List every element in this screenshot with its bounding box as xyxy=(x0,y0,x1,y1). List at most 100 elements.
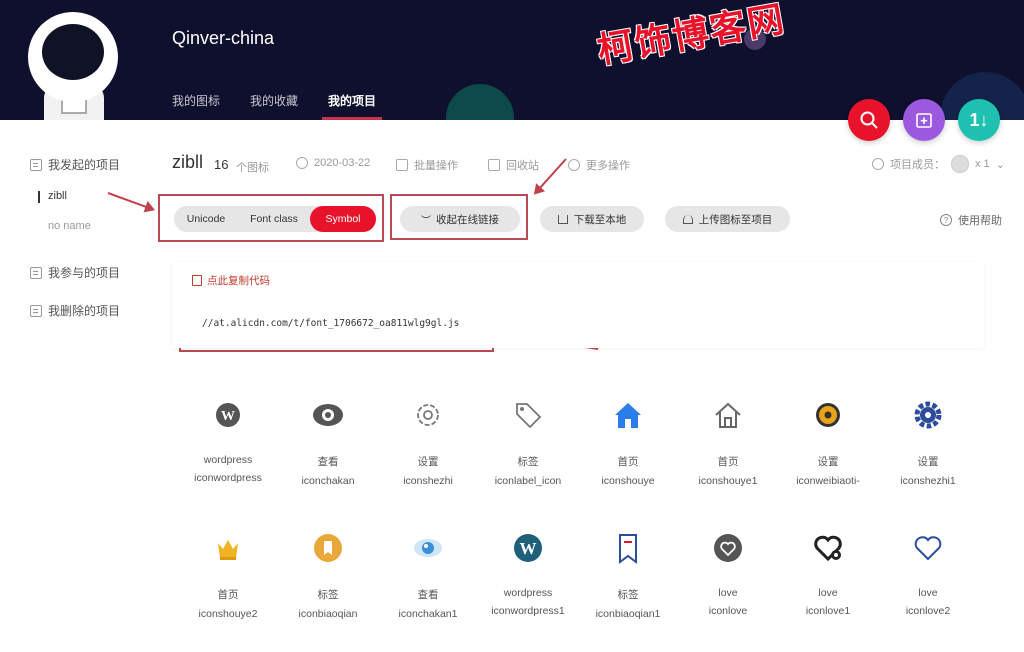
project-members[interactable]: 项目成员： x 1 ⌄ xyxy=(872,155,1005,173)
icon-font-class: iconlove1 xyxy=(805,605,851,617)
trash-icon xyxy=(488,159,500,171)
icon-name: 设置 xyxy=(917,456,939,468)
sidebar-item-deleted[interactable]: 我删除的项目 xyxy=(30,302,120,319)
annotation-box xyxy=(390,194,528,240)
cloud-upload-icon xyxy=(682,214,693,224)
grid-icon xyxy=(396,159,408,171)
icon-card[interactable]: 设置 iconshezhi xyxy=(378,398,478,487)
project-title: zibll xyxy=(172,152,204,172)
home-filled-icon xyxy=(611,398,645,432)
eye-icon xyxy=(311,398,345,432)
icon-card[interactable]: 首页 iconshouye2 xyxy=(178,531,278,620)
wordpress-icon: W xyxy=(211,398,245,432)
sidebar-item-joined[interactable]: 我参与的项目 xyxy=(30,264,120,281)
wordpress-teal-icon: W xyxy=(511,531,545,565)
icon-card[interactable]: 设置 iconshezhi1 xyxy=(878,398,978,487)
icon-name: 首页 xyxy=(217,589,239,601)
icon-name: 标签 xyxy=(617,589,639,601)
recycle-bin-button[interactable]: 回收站 xyxy=(488,157,539,173)
online-link-panel xyxy=(172,262,984,348)
folder-plus-icon xyxy=(916,113,932,128)
icon-card[interactable]: 首页 iconshouye xyxy=(578,398,678,487)
icon-card[interactable]: 标签 iconbiaoqian xyxy=(278,531,378,620)
project-list-icon xyxy=(30,304,42,317)
icon-font-class: iconshouye xyxy=(601,475,655,487)
icon-name: 标签 xyxy=(517,456,539,468)
tab-my-icons[interactable]: 我的图标 xyxy=(172,92,220,120)
icon-card[interactable]: love iconlove xyxy=(678,531,778,617)
icon-card[interactable]: 标签 iconbiaoqian1 xyxy=(578,531,678,620)
sort-icon: 1↓ xyxy=(969,109,989,130)
icon-name: 标签 xyxy=(317,589,339,601)
crown-icon xyxy=(211,531,245,565)
sidebar-project-zibll[interactable]: zibll xyxy=(38,190,67,203)
icon-font-class: iconwordpress1 xyxy=(491,605,565,617)
icon-font-class: iconbiaoqian xyxy=(298,608,358,620)
icon-name: wordpress xyxy=(203,454,253,466)
gear-outline-icon xyxy=(411,398,445,432)
download-button[interactable]: 下载至本地 xyxy=(540,206,644,232)
icon-name: 查看 xyxy=(317,456,339,468)
icon-font-class: iconbiaoqian1 xyxy=(595,608,661,620)
upload-button[interactable]: 上传图标至项目 xyxy=(665,206,790,232)
eye-color-icon xyxy=(411,531,445,565)
heart-circle-icon xyxy=(711,531,745,565)
project-list-icon xyxy=(30,266,42,279)
profile-tabs: 我的图标 我的收藏 我的项目 xyxy=(172,92,383,120)
copy-icon xyxy=(192,275,202,286)
watermark-text: 柯饰博客网 xyxy=(594,0,789,73)
more-icon xyxy=(568,159,580,171)
svg-text:W: W xyxy=(520,539,537,558)
icon-card[interactable]: 标签 iconlabel_icon xyxy=(478,398,578,487)
icon-card[interactable]: 首页 iconshouye1 xyxy=(678,398,778,487)
add-project-button[interactable] xyxy=(903,99,945,141)
member-avatar xyxy=(951,155,969,173)
icon-font-class: iconlove2 xyxy=(905,605,951,617)
icon-name: 查看 xyxy=(417,589,439,601)
icon-name: 设置 xyxy=(417,456,439,468)
sort-button[interactable]: 1↓ xyxy=(958,99,1000,141)
symbol-js-url[interactable]: //at.alicdn.com/t/font_1706672_oa811wlg9… xyxy=(202,318,459,329)
project-date: 2020-03-22 xyxy=(296,157,370,169)
decor-bubble xyxy=(446,84,514,120)
avatar[interactable] xyxy=(28,12,118,102)
icon-name: wordpress xyxy=(503,587,553,599)
batch-operation-button[interactable]: 批量操作 xyxy=(396,157,458,173)
sidebar-item-initiated[interactable]: 我发起的项目 xyxy=(30,156,120,173)
tab-my-favorites[interactable]: 我的收藏 xyxy=(250,92,298,120)
search-button[interactable] xyxy=(848,99,890,141)
icon-card[interactable]: 设置 iconweibiaoti- xyxy=(778,398,878,487)
icon-name: 首页 xyxy=(717,456,739,468)
icon-card[interactable]: Wwordpress iconwordpress1 xyxy=(478,531,578,617)
user-icon xyxy=(872,158,884,170)
icon-font-class: iconchakan xyxy=(301,475,355,487)
download-icon xyxy=(557,214,568,224)
icon-card[interactable]: 查看 iconchakan xyxy=(278,398,378,487)
more-operations-button[interactable]: 更多操作 xyxy=(568,157,630,173)
tab-my-projects[interactable]: 我的项目 xyxy=(322,92,383,120)
icon-font-class: iconlabel_icon xyxy=(494,475,562,487)
copy-code-link[interactable]: 点此复制代码 xyxy=(192,273,270,288)
icon-card[interactable]: Wwordpress iconwordpress xyxy=(178,398,278,484)
project-list-icon xyxy=(30,158,42,171)
icon-count-unit: 个图标 xyxy=(236,162,269,174)
icon-card[interactable]: love iconlove2 xyxy=(878,531,978,617)
icon-card[interactable]: 查看 iconchakan1 xyxy=(378,531,478,620)
icon-count: 16 xyxy=(214,157,229,172)
icon-card[interactable]: love iconlove1 xyxy=(778,531,878,617)
icon-font-class: iconwordpress xyxy=(194,472,262,484)
svg-text:W: W xyxy=(221,409,235,424)
icon-name: love xyxy=(718,587,738,599)
icon-font-class: iconchakan1 xyxy=(398,608,458,620)
gear-color-icon xyxy=(811,398,845,432)
icon-font-class: iconshezhi xyxy=(403,475,453,487)
search-icon xyxy=(860,111,878,129)
home-outline-icon xyxy=(711,398,745,432)
icon-font-class: iconshouye2 xyxy=(198,608,258,620)
icon-name: 首页 xyxy=(617,456,639,468)
sidebar-project-no-name[interactable]: no name xyxy=(48,220,91,232)
annotation-box xyxy=(158,194,384,242)
gear-blue-icon xyxy=(911,398,945,432)
help-button[interactable]: ? 使用帮助 xyxy=(940,212,1002,228)
icon-font-class: iconweibiaoti- xyxy=(796,475,860,487)
